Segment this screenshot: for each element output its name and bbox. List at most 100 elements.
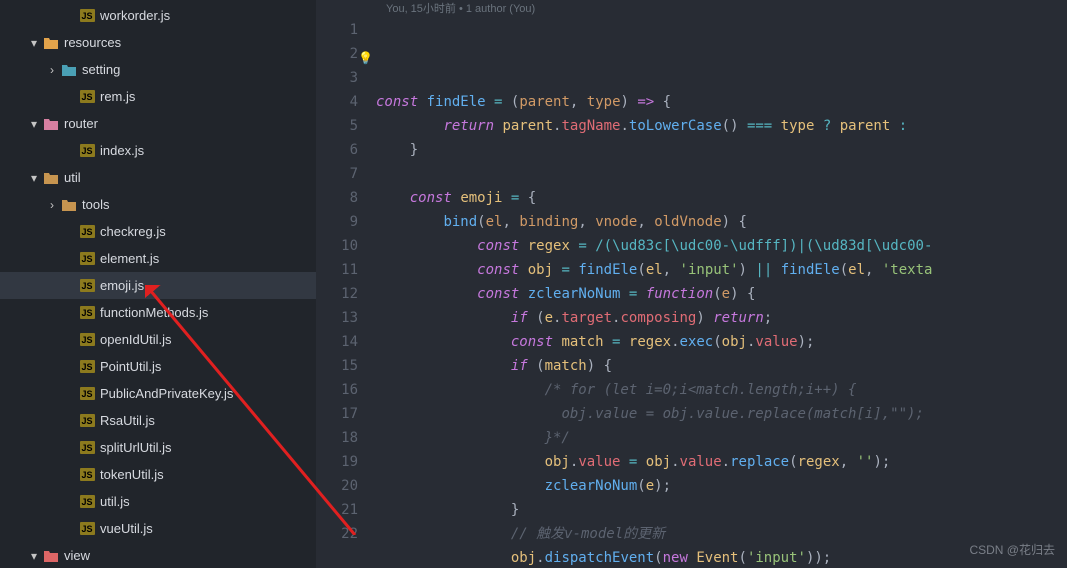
code-line[interactable]: obj.value = obj.value.replace(regex, '')… <box>376 450 932 474</box>
watermark: CSDN @花归去 <box>969 541 1055 558</box>
js-file-icon: JS <box>80 144 95 157</box>
file-tree-item[interactable]: JSrem.js <box>0 83 316 110</box>
line-number: 7 <box>316 162 358 186</box>
file-tree-item[interactable]: JSopenIdUtil.js <box>0 326 316 353</box>
line-number: 15 <box>316 354 358 378</box>
tree-item-label: rem.js <box>100 89 135 104</box>
tree-item-label: workorder.js <box>100 8 170 23</box>
chevron-icon: ▾ <box>26 171 42 185</box>
file-tree-item[interactable]: JS checkreg.js <box>0 218 316 245</box>
code-line[interactable]: obj.dispatchEvent(new Event('input')); <box>376 546 932 568</box>
code-line[interactable]: bind(el, binding, vnode, oldVnode) { <box>376 210 932 234</box>
js-file-icon: JS <box>80 306 95 319</box>
line-number: 12 <box>316 282 358 306</box>
line-number: 6 <box>316 138 358 162</box>
file-tree-item[interactable]: JS splitUrlUtil.js <box>0 434 316 461</box>
folder-tree-item[interactable]: ▾ util <box>0 164 316 191</box>
line-number: 3 <box>316 66 358 90</box>
code-editor: You, 15小时前 • 1 author (You) 123456789101… <box>316 0 1067 568</box>
code-line[interactable]: if (e.target.composing) return; <box>376 306 932 330</box>
tree-item-label: vueUtil.js <box>100 521 153 536</box>
tree-item-label: util.js <box>100 494 130 509</box>
file-tree-item[interactable]: JS tokenUtil.js <box>0 461 316 488</box>
tree-item-label: resources <box>64 35 121 50</box>
tree-item-label: functionMethods.js <box>100 305 208 320</box>
line-number: 4 <box>316 90 358 114</box>
code-line[interactable]: const regex = /(\ud83c[\udc00-\udfff])|(… <box>376 234 932 258</box>
code-line[interactable]: const obj = findEle(el, 'input') || find… <box>376 258 932 282</box>
folder-tree-item[interactable]: ›setting <box>0 56 316 83</box>
code-line[interactable]: }*/ <box>376 426 932 450</box>
file-explorer-sidebar[interactable]: JSworkorder.js▾resources›settingJSrem.js… <box>0 0 316 568</box>
code-line[interactable]: } <box>376 138 932 162</box>
folder-tree-item[interactable]: ▾view <box>0 542 316 568</box>
folder-tree-item[interactable]: ▾ router <box>0 110 316 137</box>
js-file-icon: JS <box>80 468 95 481</box>
line-number: 21 <box>316 498 358 522</box>
chevron-icon: ▾ <box>26 36 42 50</box>
file-tree-item[interactable]: JS PublicAndPrivateKey.js <box>0 380 316 407</box>
line-number: 20 <box>316 474 358 498</box>
file-tree-item[interactable]: JS element.js <box>0 245 316 272</box>
code-line[interactable]: const findEle = (parent, type) => { <box>376 90 932 114</box>
code-line[interactable]: } <box>376 498 932 522</box>
chevron-icon: ▾ <box>26 117 42 131</box>
line-number: 5 <box>316 114 358 138</box>
folder-tree-item[interactable]: ›tools <box>0 191 316 218</box>
line-number: 2 <box>316 42 358 66</box>
js-file-icon: JS <box>80 441 95 454</box>
tree-item-label: tokenUtil.js <box>100 467 164 482</box>
tree-item-label: setting <box>82 62 120 77</box>
folder-tree-item[interactable]: ▾ resources <box>0 29 316 56</box>
code-line[interactable]: const emoji = { <box>376 186 932 210</box>
code-line[interactable]: /* for (let i=0;i<match.length;i++) { <box>376 378 932 402</box>
git-blame-header: You, 15小时前 • 1 author (You) <box>316 0 1067 18</box>
lightbulb-icon[interactable]: 💡 <box>358 46 373 70</box>
file-tree-item[interactable]: JSRsaUtil.js <box>0 407 316 434</box>
line-number: 13 <box>316 306 358 330</box>
tree-item-label: RsaUtil.js <box>100 413 155 428</box>
folder-icon <box>62 199 76 211</box>
js-file-icon: JS <box>80 495 95 508</box>
line-number: 18 <box>316 426 358 450</box>
code-line[interactable]: return parent.tagName.toLowerCase() === … <box>376 114 932 138</box>
folder-icon <box>44 172 58 184</box>
tree-item-label: checkreg.js <box>100 224 166 239</box>
code-line[interactable]: obj.value = obj.value.replace(match[i],"… <box>376 402 932 426</box>
file-tree-item[interactable]: JS functionMethods.js <box>0 299 316 326</box>
file-tree-item[interactable]: JS index.js <box>0 137 316 164</box>
code-area[interactable]: 💡 const findEle = (parent, type) => { re… <box>376 18 932 568</box>
line-number: 16 <box>316 378 358 402</box>
line-gutter: 12345678910111213141516171819202122 <box>316 18 376 568</box>
tree-item-label: element.js <box>100 251 159 266</box>
js-file-icon: JS <box>80 225 95 238</box>
code-line[interactable]: zclearNoNum(e); <box>376 474 932 498</box>
js-file-icon: JS <box>80 387 95 400</box>
file-tree-item[interactable]: JSvueUtil.js <box>0 515 316 542</box>
line-number: 10 <box>316 234 358 258</box>
line-number: 9 <box>316 210 358 234</box>
tree-item-label: index.js <box>100 143 144 158</box>
js-file-icon: JS <box>80 360 95 373</box>
tree-item-label: PublicAndPrivateKey.js <box>100 386 233 401</box>
file-tree-item[interactable]: JS util.js <box>0 488 316 515</box>
file-tree-item[interactable]: JS PointUtil.js <box>0 353 316 380</box>
tree-item-label: PointUtil.js <box>100 359 161 374</box>
code-line[interactable]: const zclearNoNum = function(e) { <box>376 282 932 306</box>
folder-icon <box>62 64 76 76</box>
file-tree-item[interactable]: JSemoji.js <box>0 272 316 299</box>
code-line[interactable]: if (match) { <box>376 354 932 378</box>
chevron-icon: ▾ <box>26 549 42 563</box>
tree-item-label: util <box>64 170 81 185</box>
code-line[interactable]: // 触发v-model的更新 <box>376 522 932 546</box>
folder-icon <box>44 37 58 49</box>
file-tree-item[interactable]: JSworkorder.js <box>0 2 316 29</box>
line-number: 19 <box>316 450 358 474</box>
js-file-icon: JS <box>80 279 95 292</box>
code-line[interactable]: const match = regex.exec(obj.value); <box>376 330 932 354</box>
code-line[interactable] <box>376 162 932 186</box>
js-file-icon: JS <box>80 252 95 265</box>
tree-item-label: router <box>64 116 98 131</box>
folder-icon <box>44 118 58 130</box>
tree-item-label: splitUrlUtil.js <box>100 440 172 455</box>
